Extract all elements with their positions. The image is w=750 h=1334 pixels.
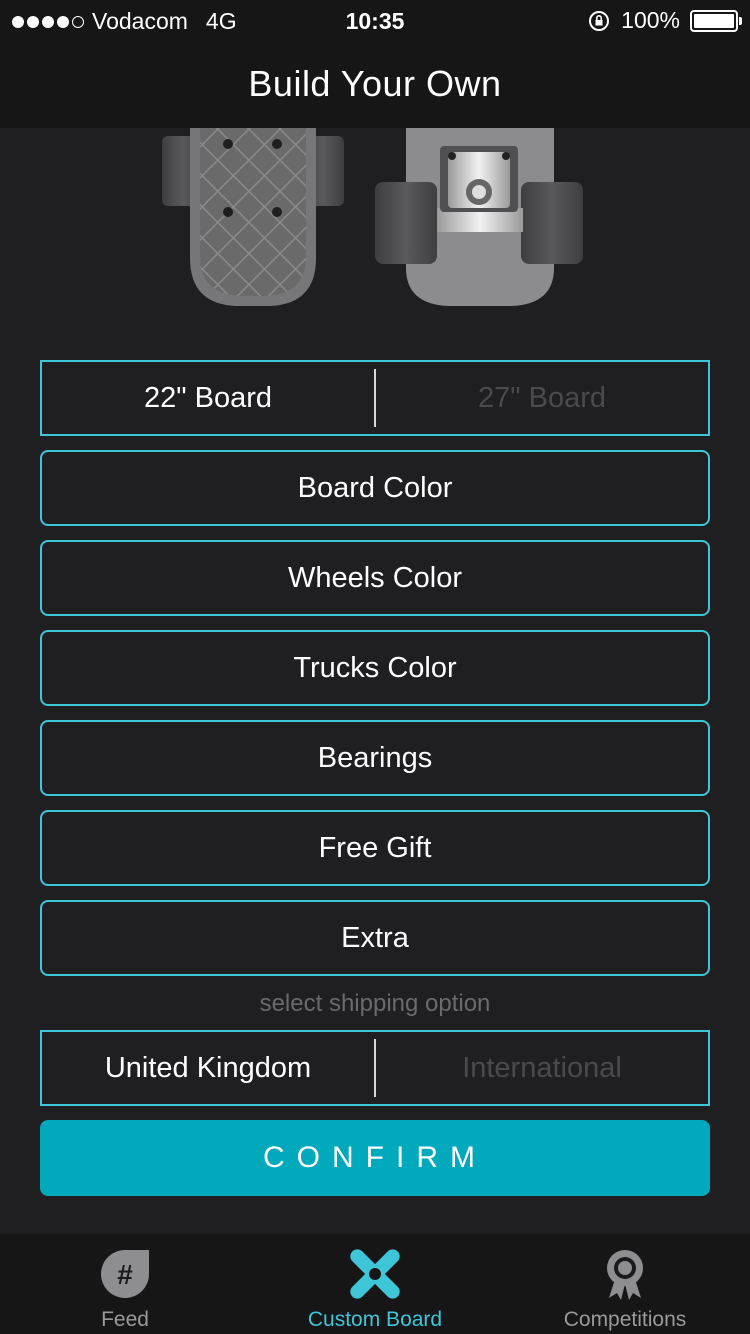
- rotation-lock-icon: [589, 10, 610, 31]
- status-bar: Vodacom 4G 10:35 100%: [0, 0, 750, 40]
- hashtag-icon: #: [101, 1250, 149, 1298]
- tab-label: Competitions: [563, 1308, 687, 1331]
- free-gift-button[interactable]: Free Gift: [40, 810, 710, 886]
- tab-bar: # Feed Custom Board Competitions: [0, 1234, 750, 1334]
- shipping-selector: United Kingdom International: [40, 1030, 710, 1106]
- wheels-color-button[interactable]: Wheels Color: [40, 540, 710, 616]
- svg-text:#: #: [117, 1259, 133, 1290]
- shipping-label: select shipping option: [259, 990, 491, 1017]
- tab-custom-board[interactable]: Custom Board: [250, 1234, 500, 1334]
- extra-button[interactable]: Extra: [40, 900, 710, 976]
- board-color-button[interactable]: Board Color: [40, 450, 710, 526]
- battery-percentage: 100%: [621, 7, 680, 33]
- tab-label: Custom Board: [307, 1308, 443, 1331]
- bearings-button[interactable]: Bearings: [40, 720, 710, 796]
- shipping-international-option[interactable]: International: [376, 1052, 708, 1085]
- award-ribbon-icon: [607, 1250, 643, 1300]
- board-22-option[interactable]: 22" Board: [42, 382, 374, 415]
- tab-feed[interactable]: # Feed: [0, 1234, 250, 1334]
- board-bottom-view: [375, 128, 583, 306]
- screen: Vodacom 4G 10:35 100% Build Your Own 22"…: [0, 0, 750, 1334]
- trucks-color-button[interactable]: Trucks Color: [40, 630, 710, 706]
- confirm-button[interactable]: CONFIRM: [40, 1120, 710, 1196]
- tab-label: Feed: [101, 1308, 149, 1331]
- crossed-boards-icon: [350, 1249, 400, 1299]
- shipping-uk-option[interactable]: United Kingdom: [42, 1052, 374, 1085]
- battery-icon: [690, 9, 742, 32]
- board-top-view: [162, 128, 344, 306]
- tab-competitions[interactable]: Competitions: [500, 1234, 750, 1334]
- skateboard-preview: [162, 128, 583, 306]
- board-27-option[interactable]: 27" Board: [376, 382, 708, 415]
- page-title: Build Your Own: [0, 40, 750, 128]
- board-size-selector: 22" Board 27" Board: [40, 360, 710, 436]
- status-right: 100%: [587, 7, 742, 34]
